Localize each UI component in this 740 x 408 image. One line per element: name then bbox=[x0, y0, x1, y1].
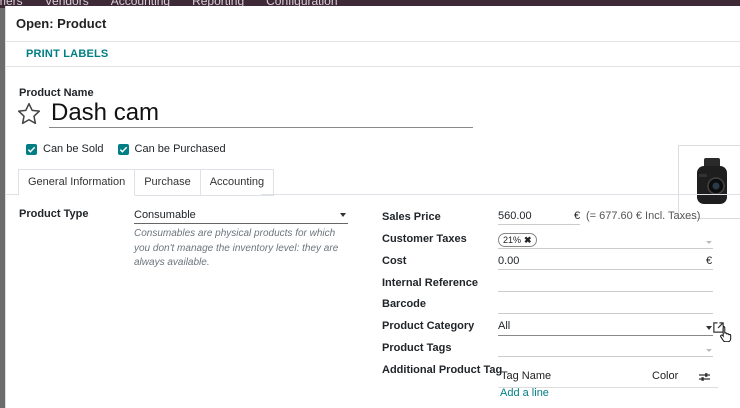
dash-cam-image-icon bbox=[697, 158, 727, 204]
product-type-select[interactable]: Consumable bbox=[134, 207, 348, 224]
can-be-sold-label: Can be Sold bbox=[43, 143, 104, 155]
internal-reference-label: Internal Reference bbox=[382, 277, 478, 289]
dialog-title: Open: Product bbox=[6, 6, 740, 42]
tab-divider bbox=[6, 194, 18, 195]
customer-taxes-underline bbox=[498, 248, 713, 249]
caret-down-icon bbox=[340, 213, 346, 217]
can-be-purchased-label: Can be Purchased bbox=[134, 143, 226, 155]
sales-price-input[interactable]: 560.00 bbox=[498, 210, 532, 222]
cost-currency: € bbox=[706, 255, 713, 267]
product-type-value: Consumable bbox=[134, 209, 196, 221]
can-be-sold-checkbox[interactable]: Can be Sold bbox=[26, 143, 104, 155]
product-category-underline bbox=[498, 335, 713, 336]
can-be-purchased-checkbox[interactable]: Can be Purchased bbox=[117, 143, 226, 155]
cost-underline bbox=[498, 269, 713, 270]
notebook-tabs: General Information Purchase Accounting bbox=[18, 169, 275, 196]
sale-purchase-checkboxes: Can be Sold Can be Purchased bbox=[26, 143, 226, 155]
caret-down-icon bbox=[706, 241, 712, 244]
barcode-input[interactable] bbox=[498, 313, 713, 314]
product-type-help: Consumables are physical products for wh… bbox=[134, 228, 339, 268]
product-name-input[interactable]: Dash cam bbox=[49, 99, 473, 128]
remove-tag-icon[interactable]: ✖ bbox=[524, 235, 532, 246]
control-bar: PRINT LABELS bbox=[6, 42, 740, 67]
sales-price-incl-taxes: (= 677.60 € Incl. Taxes) bbox=[586, 210, 701, 222]
add-a-line-link[interactable]: Add a line bbox=[500, 387, 549, 399]
tax-tag-label: 21% bbox=[503, 235, 522, 245]
customer-taxes-field[interactable]: 21% ✖ bbox=[498, 233, 537, 247]
product-dialog: Open: Product PRINT LABELS Product Name … bbox=[5, 6, 740, 408]
cost-label: Cost bbox=[382, 255, 407, 267]
print-labels-button[interactable]: PRINT LABELS bbox=[26, 48, 108, 60]
checkbox-checked-icon bbox=[26, 143, 37, 155]
product-category-label: Product Category bbox=[382, 320, 475, 332]
checkbox-checked-icon bbox=[117, 143, 129, 155]
tax-tag[interactable]: 21% ✖ bbox=[498, 233, 537, 247]
product-tags-input[interactable] bbox=[498, 356, 713, 357]
tab-purchase[interactable]: Purchase bbox=[135, 169, 201, 196]
sales-price-underline bbox=[498, 224, 580, 225]
tag-name-column[interactable]: Tag Name bbox=[501, 370, 551, 382]
internal-reference-input[interactable] bbox=[498, 291, 713, 292]
additional-product-tag-label: Additional Product Tag bbox=[382, 364, 503, 376]
product-tags-label: Product Tags bbox=[382, 342, 452, 354]
sales-price-currency: € bbox=[574, 210, 581, 222]
product-type-label: Product Type bbox=[19, 208, 89, 220]
product-image[interactable] bbox=[678, 145, 740, 219]
customer-taxes-label: Customer Taxes bbox=[382, 233, 467, 245]
tag-table-header: Tag Name Color bbox=[498, 367, 718, 388]
caret-down-icon bbox=[706, 349, 712, 352]
sales-price-label: Sales Price bbox=[382, 211, 441, 223]
barcode-label: Barcode bbox=[382, 298, 427, 310]
hand-cursor-icon bbox=[720, 326, 732, 342]
color-column[interactable]: Color bbox=[652, 370, 678, 382]
product-category-value[interactable]: All bbox=[498, 320, 510, 332]
tab-divider bbox=[261, 194, 740, 195]
star-favorite-icon[interactable] bbox=[16, 101, 42, 127]
tab-accounting[interactable]: Accounting bbox=[200, 169, 275, 196]
column-settings-icon[interactable] bbox=[699, 372, 710, 382]
product-name-label: Product Name bbox=[19, 87, 94, 99]
tab-general-information[interactable]: General Information bbox=[18, 169, 136, 196]
cost-input[interactable]: 0.00 bbox=[498, 255, 519, 267]
